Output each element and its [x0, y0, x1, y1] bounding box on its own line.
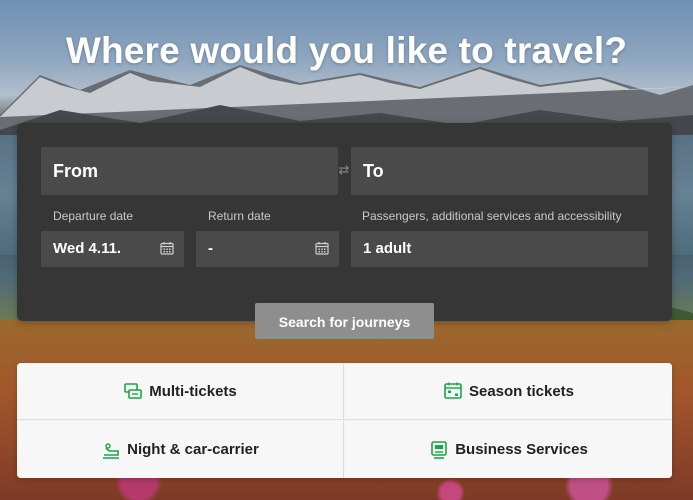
passengers-value: 1 adult [363, 240, 412, 257]
business-services-label: Business Services [455, 441, 588, 458]
multi-tickets-label: Multi-tickets [149, 382, 237, 400]
services-grid: Multi-tickets Season tickets Night & car… [17, 363, 672, 478]
return-date-label: Return date [208, 209, 271, 223]
season-ticket-icon [444, 382, 462, 399]
return-date-value: - [208, 240, 213, 257]
swap-icon[interactable]: ⇄ [337, 163, 351, 177]
departure-date-value: Wed 4.11. [53, 240, 122, 257]
page-title: Where would you like to travel? [65, 30, 628, 71]
business-icon [431, 440, 448, 459]
from-label: From [53, 161, 98, 181]
to-field[interactable]: To [351, 147, 648, 195]
season-tickets-link[interactable]: Season tickets [345, 363, 672, 420]
to-label: To [363, 161, 384, 181]
multi-tickets-link[interactable]: Multi-tickets [17, 363, 344, 420]
business-services-link[interactable]: Business Services [345, 421, 672, 478]
night-car-carrier-link[interactable]: Night & car-carrier [17, 421, 344, 478]
departure-date-label: Departure date [53, 209, 134, 223]
season-tickets-label: Season tickets [468, 382, 575, 400]
search-journeys-button[interactable]: Search for journeys [255, 303, 434, 339]
night-train-icon [103, 442, 120, 459]
departure-date-field[interactable]: Wed 4.11. [41, 231, 184, 267]
from-field[interactable]: From [41, 147, 338, 195]
calendar-icon[interactable] [315, 241, 329, 255]
multi-ticket-icon [124, 383, 143, 399]
passengers-field[interactable]: 1 adult [351, 231, 648, 267]
return-date-field[interactable]: - [196, 231, 339, 267]
calendar-icon[interactable] [160, 241, 174, 255]
night-car-carrier-label: Night & car-carrier [127, 441, 259, 458]
passengers-label: Passengers, additional services and acce… [362, 209, 622, 223]
journey-search-form: From ⇄ To Departure date Return date Pas… [17, 123, 672, 321]
